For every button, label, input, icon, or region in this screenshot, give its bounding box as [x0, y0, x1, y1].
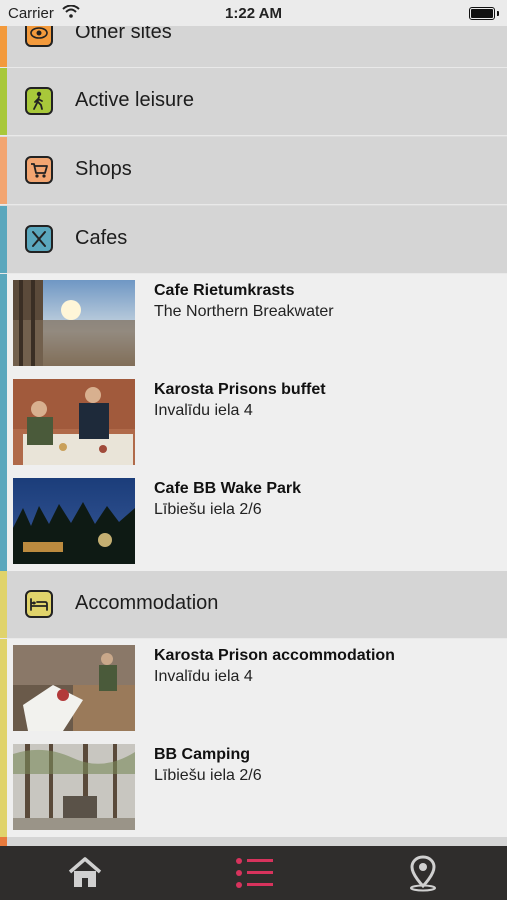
category-label: Shops: [75, 158, 132, 180]
place-photo: [13, 645, 135, 731]
place-photo: [13, 280, 135, 366]
list-item[interactable]: Karosta Prisons buffet Invalīdu iela 4: [0, 373, 507, 473]
category-label: Accommodation: [75, 592, 219, 614]
place-name: BB Camping: [154, 746, 250, 763]
status-bar: Carrier 1:22 AM: [0, 0, 507, 26]
category-stripe: [0, 373, 7, 472]
place-name: Cafe BB Wake Park: [154, 480, 302, 497]
category-accommodation[interactable]: Accommodation: [0, 571, 507, 639]
category-stripe: [0, 137, 7, 204]
category-next: [0, 837, 507, 846]
cart-icon: [25, 156, 53, 184]
status-time: 1:22 AM: [225, 5, 282, 22]
place-address: Invalīdu iela 4: [154, 668, 253, 685]
category-stripe: [0, 206, 7, 273]
category-stripe: [0, 639, 7, 738]
tab-home[interactable]: [65, 854, 105, 892]
map-pin-icon: [410, 855, 436, 892]
category-stripe: [0, 274, 7, 373]
hiker-icon: [25, 87, 53, 115]
tab-map[interactable]: [403, 854, 443, 892]
places-list[interactable]: Other sites Active leisure Shops Cafes C…: [0, 0, 507, 846]
category-shops[interactable]: Shops: [0, 137, 507, 205]
place-address: Lībiešu iela 2/6: [154, 501, 262, 518]
place-name: Cafe Rietumkrasts: [154, 282, 295, 299]
bed-icon: [25, 590, 53, 618]
place-name: Karosta Prison accommodation: [154, 647, 395, 664]
home-icon: [68, 857, 102, 887]
place-photo: [13, 744, 135, 830]
place-address: Invalīdu iela 4: [154, 402, 253, 419]
category-label: Cafes: [75, 227, 128, 249]
category-stripe: [0, 68, 7, 135]
place-name: Karosta Prisons buffet: [154, 381, 326, 398]
category-cafes[interactable]: Cafes: [0, 206, 507, 274]
place-address: The Northern Breakwater: [154, 303, 334, 320]
cutlery-icon: [25, 225, 53, 253]
list-item[interactable]: Karosta Prison accommodation Invalīdu ie…: [0, 639, 507, 739]
place-address: Lībiešu iela 2/6: [154, 767, 262, 784]
category-stripe: [0, 738, 7, 837]
category-stripe: [0, 571, 7, 638]
list-item[interactable]: Cafe BB Wake Park Lībiešu iela 2/6: [0, 472, 507, 572]
list-item[interactable]: BB Camping Lībiešu iela 2/6: [0, 738, 507, 838]
tab-list[interactable]: [234, 854, 274, 892]
category-stripe: [0, 472, 7, 571]
category-label: Active leisure: [75, 89, 194, 111]
list-icon: [236, 858, 273, 888]
list-item[interactable]: Cafe Rietumkrasts The Northern Breakwate…: [0, 274, 507, 374]
tab-bar: [0, 846, 507, 900]
place-photo: [13, 478, 135, 564]
category-active-leisure[interactable]: Active leisure: [0, 68, 507, 136]
category-stripe: [0, 837, 7, 846]
place-photo: [13, 379, 135, 465]
battery-icon: [469, 7, 499, 20]
